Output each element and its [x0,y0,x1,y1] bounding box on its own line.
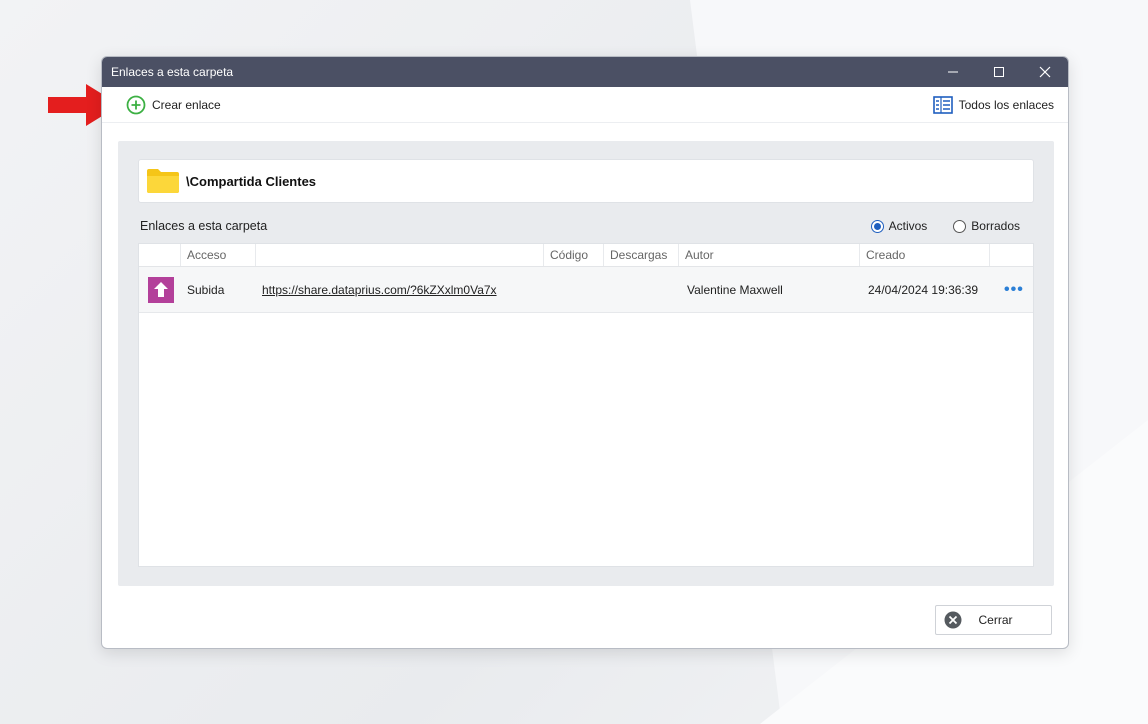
row-more-cell: ••• [990,267,1033,312]
radio-selected-icon [870,219,884,233]
minimize-button[interactable] [930,57,976,87]
row-created: 24/04/2024 19:36:39 [868,282,979,297]
upload-arrow-icon [148,276,174,303]
close-button-label: Cerrar [978,613,1013,627]
all-links-button[interactable]: Todos los enlaces [932,95,1054,114]
create-link-button[interactable]: Crear enlace [126,95,221,115]
folder-name: \Compartida Clientes [186,173,317,189]
row-type-cell [139,267,181,312]
close-button[interactable]: Cerrar [935,605,1052,635]
title-bar: Enlaces a esta carpeta [102,57,1068,87]
links-section-header: Enlaces a esta carpeta Activos Borrados [140,217,1036,235]
column-author[interactable]: Autor [679,244,860,266]
content-panel: \Compartida Clientes Enlaces a esta carp… [118,141,1054,586]
column-downloads[interactable]: Descargas [604,244,679,266]
close-icon [1039,66,1051,78]
more-options-icon[interactable]: ••• [1004,281,1024,299]
column-access[interactable]: Acceso [181,244,256,266]
share-link[interactable]: https://share.dataprius.com/?6kZXxlm0Va7… [262,283,497,297]
links-dialog: Enlaces a esta carpeta Crear enlace Todo… [101,56,1069,649]
column-url [256,244,544,266]
all-links-label: Todos los enlaces [958,97,1054,112]
add-circle-icon [126,95,146,114]
minimize-icon [948,71,958,73]
toolbar: Crear enlace Todos los enlaces [102,87,1068,123]
row-access: Subida [187,282,225,297]
folder-header: \Compartida Clientes [138,159,1034,203]
column-code[interactable]: Código [544,244,604,266]
row-author: Valentine Maxwell [687,282,783,297]
table-header: Acceso Código Descargas Autor Creado [139,244,1033,267]
close-window-button[interactable] [1022,57,1068,87]
row-url-cell: https://share.dataprius.com/?6kZXxlm0Va7… [256,267,544,312]
create-link-label: Crear enlace [152,97,221,112]
row-code [544,267,604,312]
filter-active-radio[interactable]: Activos [870,219,928,233]
maximize-icon [994,67,1004,77]
window-title: Enlaces a esta carpeta [111,65,234,79]
folder-icon [147,169,179,193]
filter-deleted-label: Borrados [971,219,1020,233]
maximize-button[interactable] [976,57,1022,87]
row-downloads [604,267,679,312]
radio-unselected-icon [953,219,967,233]
column-created[interactable]: Creado [860,244,990,266]
close-circle-icon [944,611,962,629]
column-type [139,244,181,266]
table-row[interactable]: Subida https://share.dataprius.com/?6kZX… [139,267,1033,313]
filter-deleted-radio[interactable]: Borrados [953,219,1020,233]
filter-active-label: Activos [888,219,928,233]
links-table: Acceso Código Descargas Autor Creado Sub… [138,243,1034,567]
section-title: Enlaces a esta carpeta [140,219,268,233]
column-actions [990,244,1033,266]
links-list-icon [932,95,953,114]
